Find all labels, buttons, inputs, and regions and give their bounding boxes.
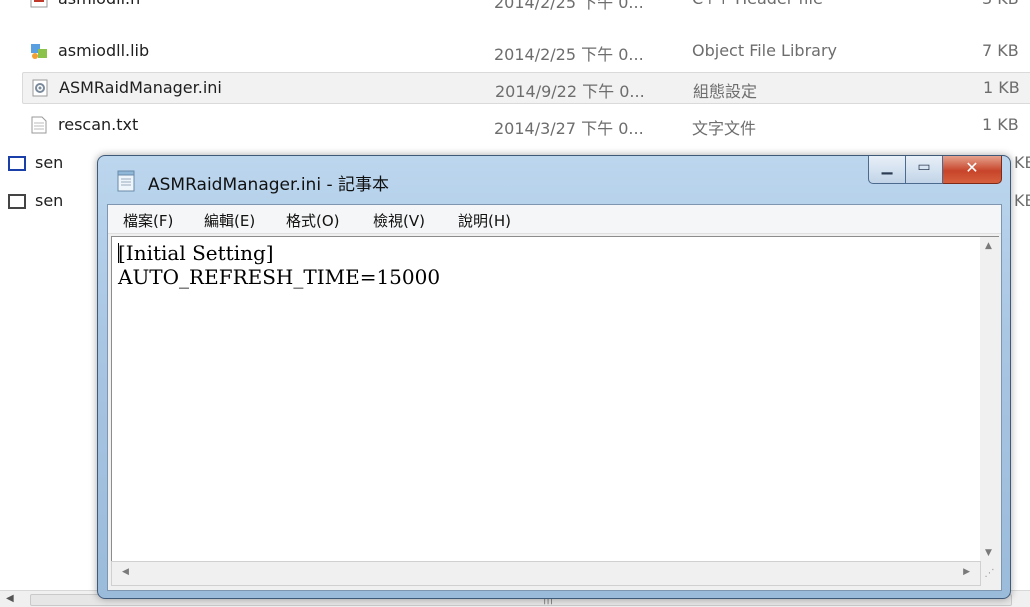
scroll-right-arrow-icon[interactable]: ▶ — [963, 567, 970, 577]
file-name: rescan.txt — [58, 115, 139, 134]
menu-file[interactable]: 檔案(F) — [123, 210, 173, 231]
window-app-icon — [8, 156, 26, 171]
text-file-icon — [31, 116, 47, 134]
minimize-icon: ▁ — [881, 159, 893, 175]
resize-grip-icon[interactable]: ⋰ — [980, 563, 999, 584]
file-row-asmiodll-lib[interactable]: asmiodll.lib 2014/2/25 下午 0... Object Fi… — [24, 36, 1030, 66]
notepad-window[interactable]: ASMRaidManager.ini - 記事本 ▁ ▭ ✕ 檔案(F) 編輯(… — [97, 155, 1011, 599]
file-size: 3 KB — [982, 0, 1019, 8]
file-size: 1 KB — [982, 115, 1019, 134]
file-row-asmiodll-h[interactable]: asmiodll.h 2014/2/25 下午 0... C++ Header … — [24, 0, 1030, 14]
title-bar[interactable]: ASMRaidManager.ini - 記事本 ▁ ▭ ✕ — [98, 156, 1010, 204]
scroll-left-arrow-icon[interactable]: ◀ — [122, 567, 129, 577]
menu-edit[interactable]: 編輯(E) — [204, 210, 255, 231]
file-type: 組態設定 — [693, 82, 758, 101]
file-date: 2014/2/25 下午 0... — [494, 45, 644, 64]
file-row-rescan-txt[interactable]: rescan.txt 2014/3/27 下午 0... 文字文件 1 KB — [24, 110, 1030, 140]
menu-help[interactable]: 說明(H) — [458, 210, 511, 231]
close-button[interactable]: ✕ — [943, 156, 1002, 184]
text-editor[interactable]: [Initial Setting] AUTO_REFRESH_TIME=1500… — [111, 236, 981, 563]
file-type: C++ Header file — [692, 0, 823, 8]
file-row-asmraidmanager-ini[interactable]: ASMRaidManager.ini 2014/9/22 下午 0... 組態設… — [22, 72, 1030, 104]
notepad-icon — [117, 170, 135, 192]
notepad-client-area: 檔案(F) 編輯(E) 格式(O) 檢視(V) 說明(H) [Initial S… — [107, 204, 1002, 591]
settings-file-icon — [32, 79, 48, 97]
menu-view[interactable]: 檢視(V) — [373, 210, 425, 231]
clipped-row-container: asmiodll.h 2014/2/25 下午 0... C++ Header … — [0, 0, 1030, 14]
file-size: 7 KB — [982, 41, 1019, 60]
scroll-left-arrow-icon[interactable]: ◀ — [6, 593, 14, 604]
scroll-down-arrow-icon[interactable]: ▼ — [985, 548, 992, 558]
file-date: 2014/3/27 下午 0... — [494, 119, 644, 138]
file-size: KB — [1014, 153, 1030, 172]
library-file-icon — [31, 44, 47, 59]
menu-format[interactable]: 格式(O) — [286, 210, 340, 231]
scroll-up-arrow-icon[interactable]: ▲ — [985, 241, 992, 251]
file-content: [Initial Setting] AUTO_REFRESH_TIME=1500… — [118, 241, 441, 289]
file-name: sen — [35, 153, 64, 172]
window-title: ASMRaidManager.ini - 記事本 — [148, 175, 389, 195]
window-app-icon — [8, 194, 26, 209]
file-date: 2014/9/22 下午 0... — [495, 82, 645, 101]
close-icon: ✕ — [965, 158, 979, 177]
vertical-scrollbar[interactable]: ▲ ▼ — [980, 236, 999, 562]
horizontal-scrollbar[interactable]: ◀ ▶ — [111, 561, 981, 586]
file-type: Object File Library — [692, 41, 837, 60]
window-controls: ▁ ▭ ✕ — [868, 156, 1002, 184]
file-size: KB — [1014, 191, 1030, 210]
file-name: asmiodll.h — [58, 0, 140, 8]
maximize-icon: ▭ — [917, 159, 931, 175]
file-name: asmiodll.lib — [58, 41, 150, 60]
file-name: ASMRaidManager.ini — [59, 78, 222, 97]
minimize-button[interactable]: ▁ — [868, 156, 906, 184]
file-size: 1 KB — [983, 78, 1020, 97]
header-file-icon — [30, 0, 48, 8]
file-name: sen — [35, 191, 64, 210]
menu-bar: 檔案(F) 編輯(E) 格式(O) 檢視(V) 說明(H) — [108, 205, 1001, 234]
maximize-button[interactable]: ▭ — [906, 156, 943, 184]
file-type: 文字文件 — [692, 119, 757, 138]
file-date: 2014/2/25 下午 0... — [494, 0, 644, 12]
